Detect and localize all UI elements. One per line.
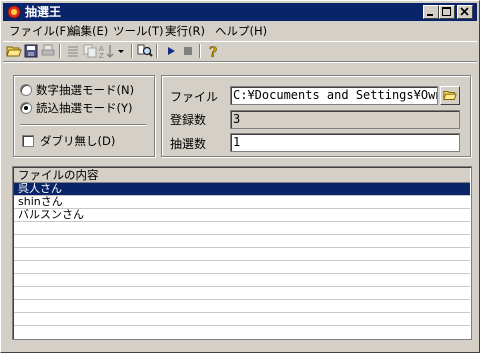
- menu-edit[interactable]: 編集(E): [69, 24, 108, 38]
- play-icon[interactable]: [163, 43, 179, 59]
- list-item[interactable]: バルスンさん: [14, 209, 470, 222]
- copy-icon: [83, 44, 97, 58]
- list-item[interactable]: 呉人さん: [14, 183, 470, 196]
- empty-row: [14, 300, 470, 313]
- save-icon[interactable]: [23, 43, 39, 59]
- list-icon: [68, 46, 78, 57]
- menu-file[interactable]: ファイル(F): [9, 24, 71, 38]
- empty-row: [14, 274, 470, 287]
- close-icon: [460, 7, 469, 16]
- draw-count-label: 抽選数: [170, 137, 207, 151]
- help-icon[interactable]: ?: [205, 43, 221, 59]
- empty-row: [14, 235, 470, 248]
- draw-count-field[interactable]: 1: [230, 133, 460, 152]
- list-header: ファイルの内容: [14, 168, 470, 183]
- chevron-down-icon[interactable]: [116, 43, 126, 59]
- open-folder-icon: [443, 91, 457, 100]
- menu-bar: ファイル(F) 編集(E) ツール(T) 実行(R) ヘルプ(H): [3, 22, 477, 40]
- menu-tools[interactable]: ツール(T): [113, 24, 164, 38]
- minimize-button[interactable]: [423, 5, 439, 19]
- read-mode-label[interactable]: 読込抽選モード(Y): [36, 101, 133, 115]
- browse-button[interactable]: [440, 86, 460, 105]
- empty-row: [14, 222, 470, 235]
- mode-group: 数字抽選モード(N) 読込抽選モード(Y) ダブリ無し(D): [13, 75, 155, 157]
- group-divider: [20, 124, 146, 126]
- print-icon: [41, 44, 55, 56]
- app-icon: [7, 5, 21, 19]
- toolbar: A Z ?: [3, 41, 477, 60]
- empty-row: [14, 313, 470, 326]
- minimize-icon: [427, 14, 433, 16]
- count-field: 3: [230, 110, 460, 129]
- random-mode-label[interactable]: 数字抽選モード(N): [36, 83, 134, 97]
- svg-text:?: ?: [209, 45, 217, 59]
- sort-icon[interactable]: A Z: [99, 43, 115, 59]
- maximize-button[interactable]: [439, 5, 455, 19]
- file-path-field[interactable]: C:¥Documents and Settings¥Owner¥デ: [230, 86, 438, 105]
- no-duplicates-checkbox[interactable]: [22, 135, 34, 147]
- count-label: 登録数: [170, 113, 207, 127]
- empty-row: [14, 261, 470, 274]
- toolbar-separator: [199, 44, 201, 58]
- menu-run[interactable]: 実行(R): [165, 24, 205, 38]
- empty-row: [14, 287, 470, 300]
- window-title: 抽選王: [25, 5, 62, 19]
- settings-group: ファイル C:¥Documents and Settings¥Owner¥デ 登…: [161, 75, 471, 157]
- open-folder-icon[interactable]: [6, 43, 22, 59]
- no-duplicates-label[interactable]: ダブリ無し(D): [40, 134, 115, 148]
- empty-row: [14, 248, 470, 261]
- close-button[interactable]: [457, 5, 473, 19]
- toolbar-divider: [3, 61, 477, 63]
- read-mode-radio[interactable]: [20, 102, 32, 114]
- stop-icon: [184, 47, 192, 55]
- title-bar[interactable]: 抽選王: [3, 3, 477, 21]
- svg-text:Z: Z: [99, 52, 104, 59]
- maximize-icon: [442, 7, 451, 16]
- toolbar-separator: [156, 44, 158, 58]
- menu-help[interactable]: ヘルプ(H): [215, 24, 267, 38]
- app-window: 抽選王 ファイル(F) 編集(E) ツール(T) 実行(R) ヘルプ(H) A …: [0, 0, 480, 353]
- toolbar-separator: [59, 44, 61, 58]
- file-content-list[interactable]: ファイルの内容 呉人さん shinさん バルスンさん: [12, 166, 472, 340]
- file-label: ファイル: [170, 90, 219, 104]
- random-mode-radio[interactable]: [20, 84, 32, 96]
- search-icon[interactable]: [137, 43, 153, 59]
- toolbar-separator: [131, 44, 133, 58]
